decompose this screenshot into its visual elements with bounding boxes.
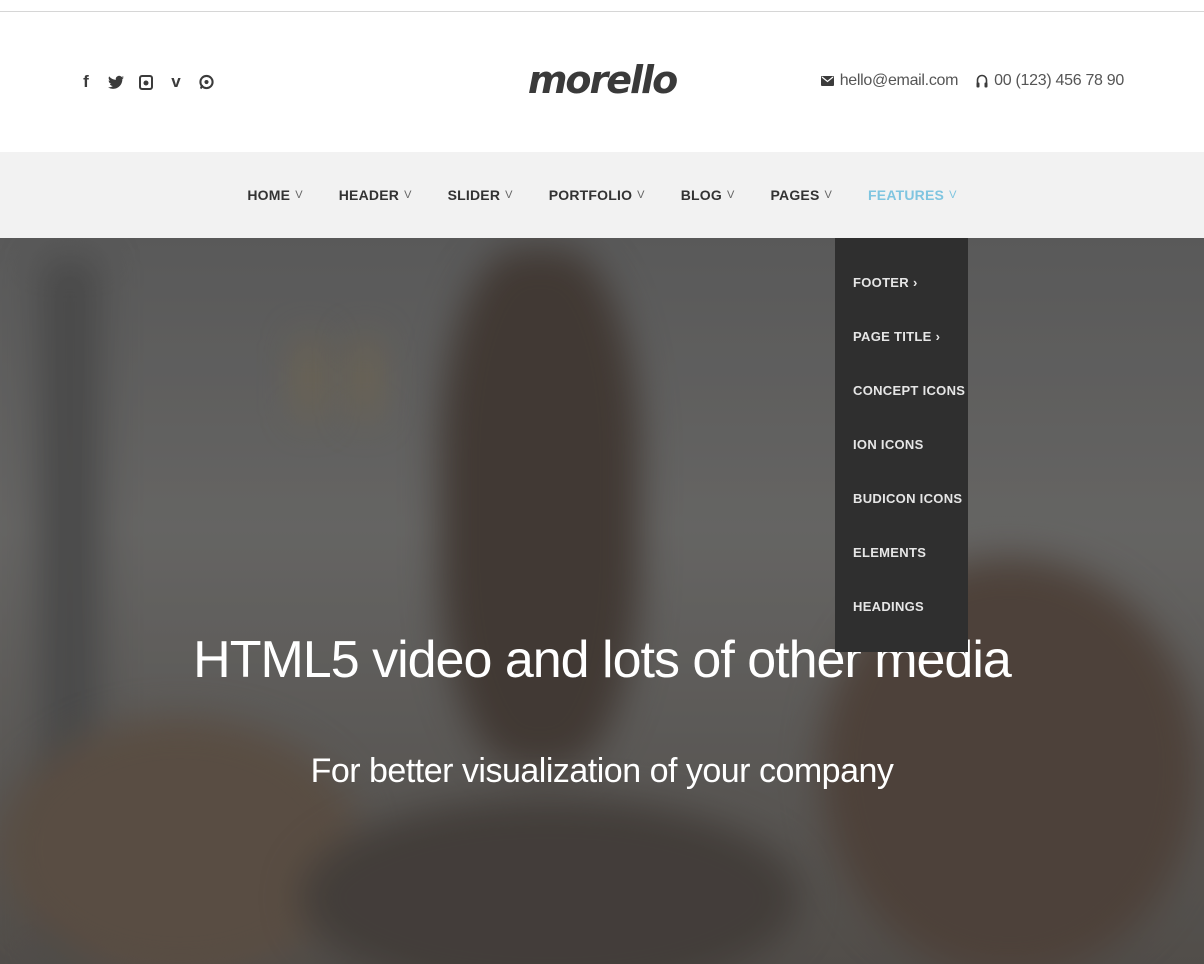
dropdown-label: ELEMENTS xyxy=(853,545,927,560)
nav-item-features[interactable]: FEATURES v xyxy=(850,187,975,203)
chevron-down-icon: v xyxy=(949,189,957,201)
dropdown-label: CONCEPT ICONS xyxy=(853,383,966,398)
dropdown-item-headings[interactable]: HEADINGS xyxy=(835,594,968,648)
chevron-down-icon: v xyxy=(824,189,833,201)
dropdown-label: HEADINGS xyxy=(853,599,925,614)
nav-item-blog[interactable]: BLOG v xyxy=(663,187,753,203)
nav-item-slider[interactable]: SLIDER v xyxy=(430,187,531,203)
chevron-right-icon: › xyxy=(912,275,918,290)
dropdown-item-elements[interactable]: ELEMENTS xyxy=(835,540,968,594)
dropdown-label: FOOTER xyxy=(853,275,909,290)
hero-subtitle: For better visualization of your company xyxy=(310,752,894,790)
nav-label: HOME xyxy=(247,187,291,203)
nav-item-pages[interactable]: PAGES v xyxy=(753,187,851,203)
nav-label: BLOG xyxy=(680,187,722,203)
features-dropdown-menu: FOOTER › PAGE TITLE › CONCEPT ICONS ION IC… xyxy=(835,238,968,652)
nav-label: PORTFOLIO xyxy=(548,187,633,203)
chevron-down-icon: v xyxy=(404,189,412,201)
main-navbar: HOME v HEADER v SLIDER v PORTFOLIO v BLOG v P… xyxy=(0,152,1204,238)
nav-item-header[interactable]: HEADER v xyxy=(321,187,430,203)
dropdown-item-page-title[interactable]: PAGE TITLE › xyxy=(835,324,968,378)
email-text: hello@email.com xyxy=(839,72,959,89)
dropdown-item-budicon-icons[interactable]: BUDICON ICONS xyxy=(835,486,968,540)
hero-overlay xyxy=(0,238,1204,964)
main-nav: HOME v HEADER v SLIDER v PORTFOLIO v BLOG v P… xyxy=(0,152,1204,238)
dropdown-label: ION ICONS xyxy=(853,437,924,452)
dropdown-item-ion-icons[interactable]: ION ICONS xyxy=(835,432,968,486)
dropdown-item-footer[interactable]: FOOTER › xyxy=(835,270,968,324)
phone-text: 00 (123) 456 78 90 xyxy=(994,72,1124,89)
chevron-right-icon: › xyxy=(935,329,941,344)
email-contact[interactable]: hello@email.com xyxy=(820,72,959,90)
dropdown-label: BUDICON ICONS xyxy=(853,491,963,506)
chevron-down-icon: v xyxy=(505,189,513,201)
dropdown-item-concept-icons[interactable]: CONCEPT ICONS xyxy=(835,378,968,432)
chevron-down-icon: v xyxy=(637,189,645,201)
dropdown-label: PAGE TITLE xyxy=(853,329,932,344)
top-header: f v morello hello@email.com 00 (123) 456… xyxy=(0,12,1204,152)
nav-item-home[interactable]: HOME v xyxy=(229,187,320,203)
headphones-icon xyxy=(976,74,988,87)
nav-label: SLIDER xyxy=(447,187,501,203)
contact-info: hello@email.com 00 (123) 456 78 90 xyxy=(820,72,1124,90)
nav-label: FEATURES xyxy=(868,187,945,203)
envelope-icon xyxy=(820,76,834,86)
chevron-down-icon: v xyxy=(726,189,735,201)
nav-label: HEADER xyxy=(338,187,400,203)
chevron-down-icon: v xyxy=(295,189,303,201)
phone-contact[interactable]: 00 (123) 456 78 90 xyxy=(976,72,1124,90)
hero-title: HTML5 video and lots of other media xyxy=(193,631,1012,689)
nav-label: PAGES xyxy=(770,187,820,203)
hero-banner: HTML5 video and lots of other media For … xyxy=(0,238,1204,964)
nav-item-portfolio[interactable]: PORTFOLIO v xyxy=(531,187,663,203)
